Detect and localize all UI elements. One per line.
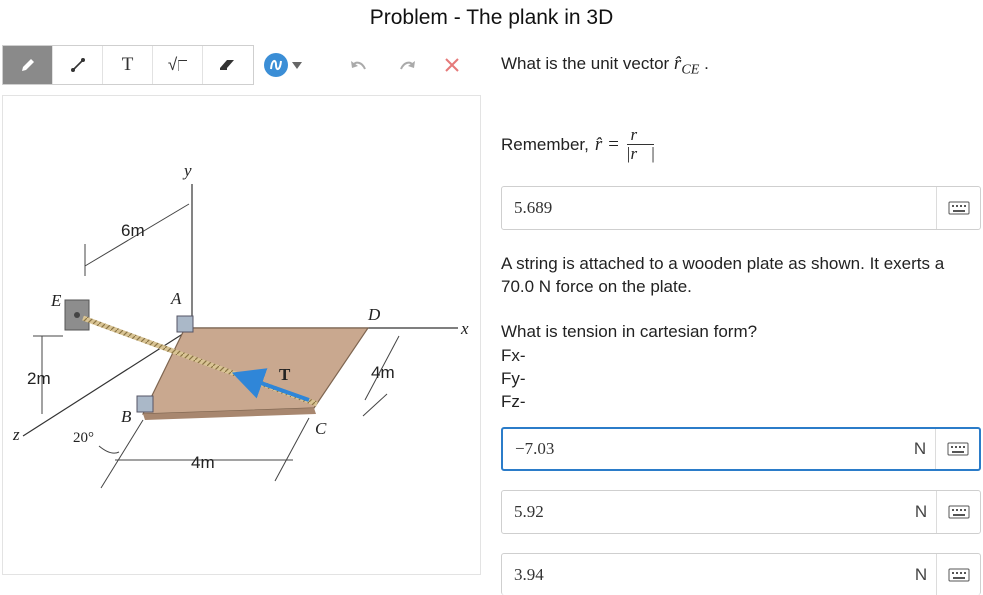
- point-d-label: D: [367, 305, 381, 324]
- formula-fraction: r⃗ |r⃗|: [626, 126, 655, 163]
- question-cartesian: What is tension in cartesian form?: [501, 322, 758, 341]
- question-panel: What is the unit vector r̂CE . Remember,…: [501, 0, 983, 595]
- fx-label: Fx-: [501, 346, 526, 365]
- point-e-label: E: [50, 291, 62, 310]
- wooden-plank: [142, 327, 370, 415]
- keyboard-button[interactable]: [936, 554, 980, 595]
- remember-label: Remember,: [501, 135, 589, 154]
- eraser-icon: [220, 60, 234, 70]
- tool-group: T √: [2, 45, 254, 85]
- remember-formula: Remember, r̂ = r⃗ |r⃗|: [501, 126, 655, 163]
- angle-label: 20°: [73, 430, 94, 446]
- point-b-label: B: [121, 407, 132, 426]
- redo-button[interactable]: [398, 57, 418, 73]
- fz-unit: N: [914, 564, 928, 584]
- keyboard-icon: [948, 201, 969, 215]
- fy-answer-value: 5.92: [514, 502, 544, 521]
- r-hat-formula-symbol: r̂ =: [594, 134, 620, 155]
- x-axis-label: x: [460, 319, 469, 338]
- hinge-a: [176, 315, 194, 333]
- line-tool-button[interactable]: [53, 46, 103, 84]
- line-icon: [70, 58, 85, 72]
- unit-vector-answer-value: 5.689: [514, 198, 553, 217]
- dimension-2m-label: 2m: [27, 369, 51, 388]
- pencil-icon: [21, 59, 34, 71]
- drawing-toolbar: T √: [2, 45, 460, 85]
- tension-label: T: [279, 365, 291, 384]
- sqrt-tool-button[interactable]: √: [153, 46, 203, 84]
- question-subscript: CE: [681, 61, 700, 78]
- fy-unit: N: [914, 502, 928, 521]
- r-hat-symbol: r̂: [673, 53, 682, 74]
- fz-answer-value: 3.94: [514, 564, 544, 584]
- fz-answer-field[interactable]: 3.94 N: [501, 553, 981, 595]
- text-tool-button[interactable]: T: [103, 46, 153, 84]
- eraser-tool-button[interactable]: [203, 46, 253, 84]
- dimension-4m-bottom-label: 4m: [191, 453, 215, 472]
- fx-answer-value: −7.03: [515, 439, 555, 458]
- keyboard-icon: [948, 505, 969, 519]
- question-unit-vector-text: What is the unit vector: [501, 54, 670, 73]
- dimension-4m-side-label: 4m: [371, 363, 395, 382]
- pencil-tool-button[interactable]: [3, 46, 53, 84]
- curve-icon: [264, 53, 288, 77]
- keyboard-icon: [948, 568, 969, 581]
- keyboard-button[interactable]: [936, 491, 980, 533]
- keyboard-button[interactable]: [936, 187, 980, 229]
- plank-figure: y x z E 6m 2m A B D C T 4m 4m 20°: [12, 161, 469, 489]
- close-icon: [445, 58, 459, 72]
- fx-unit: N: [913, 439, 927, 458]
- problem-description: A string is attached to a wooden plate a…: [501, 254, 945, 296]
- z-axis-label: z: [12, 425, 20, 444]
- drawing-canvas[interactable]: y x z E 6m 2m A B D C T 4m 4m 20°: [2, 95, 481, 575]
- text-tool-label: T: [121, 54, 134, 75]
- fx-answer-field[interactable]: −7.03 N: [501, 427, 981, 471]
- keyboard-button[interactable]: [935, 429, 979, 469]
- keyboard-icon: [947, 442, 968, 456]
- question-unit-vector: What is the unit vector r̂CE .: [501, 52, 709, 81]
- redo-icon: [400, 61, 415, 70]
- fy-answer-field[interactable]: 5.92 N: [501, 490, 981, 534]
- clear-button[interactable]: [444, 57, 460, 73]
- unit-vector-answer-field[interactable]: 5.689: [501, 186, 981, 230]
- fz-label: Fz-: [501, 392, 526, 411]
- sqrt-tool-label: √: [167, 55, 178, 74]
- chevron-down-icon: [292, 61, 302, 69]
- y-axis-label: y: [182, 161, 192, 180]
- point-c-label: C: [315, 419, 327, 438]
- dimension-6m-label: 6m: [121, 221, 145, 240]
- point-a-label: A: [170, 289, 182, 308]
- fy-label: Fy-: [501, 369, 526, 388]
- undo-button[interactable]: [348, 57, 368, 73]
- question-suffix: .: [704, 54, 709, 73]
- hinge-b: [136, 395, 154, 413]
- fraction-denominator: |r⃗|: [625, 144, 656, 163]
- fraction-numerator: r⃗: [626, 126, 655, 145]
- curve-tool-dropdown[interactable]: [264, 53, 302, 77]
- undo-icon: [351, 61, 366, 70]
- sqrt-box-icon: [178, 59, 188, 71]
